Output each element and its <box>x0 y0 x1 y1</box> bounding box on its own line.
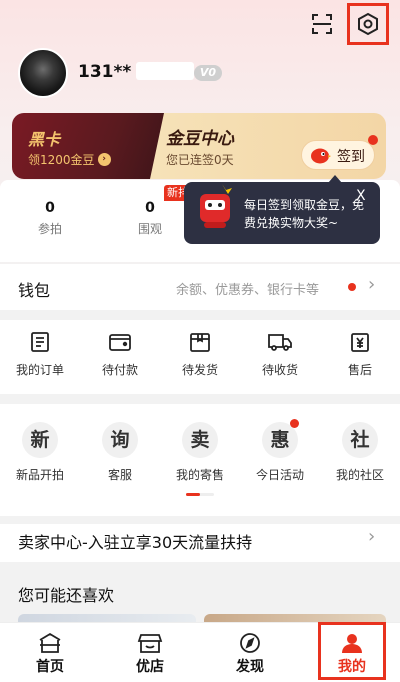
service-item-label: 我的社区 <box>335 468 384 482</box>
package-icon <box>165 331 235 353</box>
service-item-label: 新品开拍 <box>15 468 64 482</box>
chevron-right-icon: › <box>368 526 376 547</box>
black-card-action-label: 领1200金豆 <box>28 153 95 167</box>
scan-icon[interactable] <box>308 10 336 38</box>
order-item-label: 待发货 <box>181 363 218 377</box>
chevron-right-icon: › <box>97 153 111 166</box>
service-item-new-auction[interactable]: 新 新品开拍 <box>5 422 75 483</box>
order-item-label: 待收货 <box>261 363 298 377</box>
black-card-title: 黑卡 <box>28 130 61 149</box>
tooltip-text: 每日签到领取金豆，免费兑换实物大奖~ <box>244 198 365 230</box>
order-item-to-receive[interactable]: 待收货 <box>245 331 315 378</box>
wallet-subtitle: 余额、优惠券、银行卡等 <box>176 283 320 298</box>
inquiry-icon: 询 <box>102 422 138 458</box>
bean-center-title: 金豆中心 <box>166 129 234 149</box>
service-item-label: 客服 <box>107 468 132 482</box>
order-item-label: 售后 <box>347 363 372 377</box>
new-icon: 新 <box>22 422 58 458</box>
stat-bids-value: 0 <box>45 200 55 216</box>
settings-icon <box>356 12 380 36</box>
page-indicator-active <box>186 493 200 496</box>
tab-home-label: 首页 <box>36 659 64 675</box>
compass-icon <box>220 632 280 654</box>
service-item-consignment[interactable]: 卖 我的寄售 <box>165 422 235 483</box>
activity-notification-dot <box>290 419 299 428</box>
service-item-label: 我的寄售 <box>175 468 224 482</box>
order-item-label: 我的订单 <box>15 363 64 377</box>
service-item-today-activity[interactable]: 惠 今日活动 <box>245 422 315 483</box>
order-item-after-sale[interactable]: 售后 <box>325 331 395 378</box>
chevron-right-icon: › <box>368 274 376 295</box>
black-card-action[interactable]: 领1200金豆 › <box>28 151 111 168</box>
home-icon <box>20 632 80 654</box>
page-indicator <box>186 493 214 496</box>
order-item-to-ship[interactable]: 待发货 <box>165 331 235 378</box>
tooltip-arrow <box>328 175 342 183</box>
service-item-customer-service[interactable]: 询 客服 <box>85 422 155 483</box>
tab-profile[interactable]: 我的 <box>322 632 382 676</box>
truck-icon <box>245 331 315 353</box>
sell-icon: 卖 <box>182 422 218 458</box>
stat-watching-value: 0 <box>145 200 155 216</box>
order-list-icon <box>5 331 75 353</box>
tab-shop-label: 优店 <box>136 659 164 675</box>
community-icon: 社 <box>342 422 378 458</box>
mascot-icon <box>192 182 238 234</box>
tab-discover[interactable]: 发现 <box>220 632 280 676</box>
tab-profile-label: 我的 <box>338 659 366 675</box>
username-mask <box>136 62 194 80</box>
wallet-title: 钱包 <box>18 281 51 300</box>
profile-icon <box>322 632 382 654</box>
settings-button[interactable] <box>347 3 389 45</box>
sign-notification-dot <box>368 135 378 145</box>
recommend-card[interactable] <box>204 614 386 622</box>
sign-streak: 您已连签0天 <box>166 153 234 167</box>
tooltip-close-button[interactable]: X <box>356 188 366 204</box>
username[interactable]: 131** <box>78 62 131 82</box>
recommend-card[interactable] <box>18 614 196 622</box>
wallet-icon <box>85 331 155 353</box>
bird-mascot-icon <box>309 145 331 165</box>
wallet-notification-dot <box>348 283 356 291</box>
tab-discover-label: 发现 <box>236 659 264 675</box>
avatar[interactable] <box>18 48 68 98</box>
stat-watching[interactable]: 0 围观 <box>120 200 180 237</box>
order-item-all[interactable]: 我的订单 <box>5 331 75 378</box>
tab-home[interactable]: 首页 <box>20 632 80 676</box>
service-item-community[interactable]: 社 我的社区 <box>325 422 395 483</box>
stat-watching-label: 围观 <box>137 222 162 236</box>
vip-badge[interactable]: V0 <box>194 65 222 81</box>
recommend-title: 您可能还喜欢 <box>18 586 115 605</box>
shop-icon <box>120 632 180 654</box>
refund-icon <box>325 331 395 353</box>
stat-bids-label: 参拍 <box>37 222 62 236</box>
stat-bids[interactable]: 0 参拍 <box>20 200 80 237</box>
order-item-label: 待付款 <box>101 363 138 377</box>
order-item-unpaid[interactable]: 待付款 <box>85 331 155 378</box>
service-item-label: 今日活动 <box>255 468 304 482</box>
seller-banner-text: 卖家中心-入驻立享30天流量扶持 <box>18 533 253 552</box>
tab-shop[interactable]: 优店 <box>120 632 180 676</box>
sign-in-label: 签到 <box>337 149 365 165</box>
